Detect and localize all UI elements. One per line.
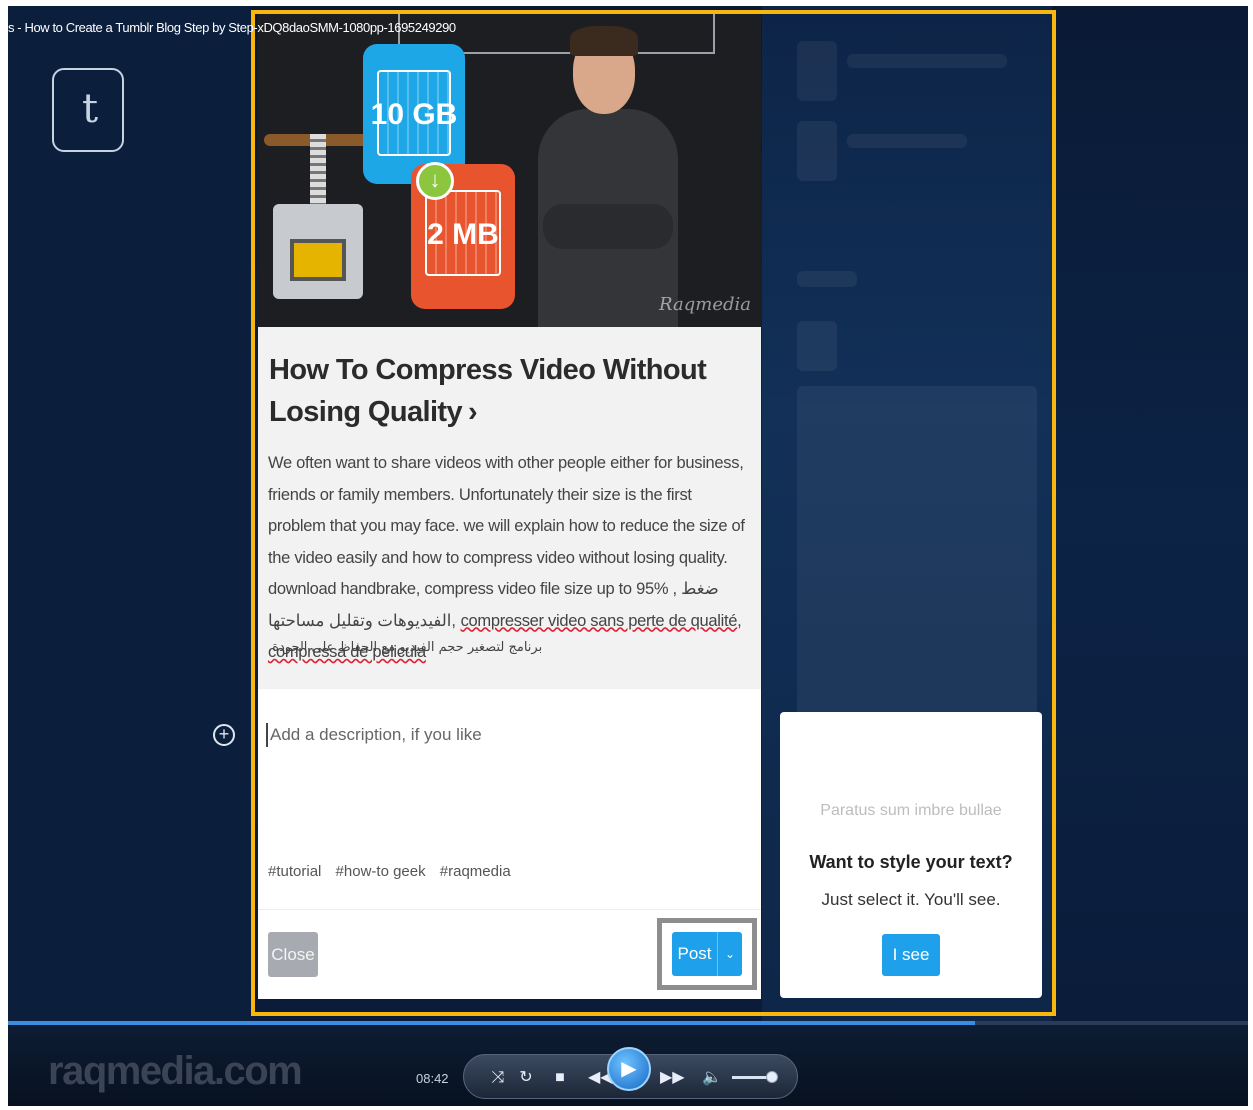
i-see-button[interactable]: I see: [882, 934, 940, 976]
post-body-separator: ,: [737, 611, 742, 630]
volume-knob[interactable]: [765, 1071, 778, 1083]
tag-item[interactable]: #how-to geek: [336, 863, 426, 880]
post-thumbnail[interactable]: 10 GB 2 MB ↓ Raqmedia: [258, 14, 761, 327]
chevron-down-icon[interactable]: ⌄: [718, 932, 742, 976]
post-title-text[interactable]: How To Compress Video Without Losing Qua…: [269, 354, 707, 428]
description-input[interactable]: [266, 723, 746, 747]
post-title[interactable]: How To Compress Video Without Losing Qua…: [269, 349, 739, 433]
current-time: 08:42: [416, 1071, 449, 1086]
volume-icon[interactable]: 🔈: [700, 1055, 724, 1100]
tip-sample-text: Paratus sum imbre bullae: [820, 802, 1002, 819]
post-description: We often want to share videos with other…: [268, 448, 753, 669]
chevron-right-icon: ›: [468, 396, 478, 428]
play-icon[interactable]: ▶: [607, 1047, 651, 1091]
down-arrow-icon: ↓: [416, 162, 454, 200]
post-button[interactable]: Post ⌄: [672, 932, 742, 976]
tip-subtext: Just select it. You'll see.: [821, 890, 1001, 909]
tip-heading: Want to style your text?: [809, 852, 1013, 872]
tile-large-label: 10 GB: [370, 98, 458, 131]
video-file-title: s - How to Create a Tumblr Blog Step by …: [8, 20, 456, 35]
close-button[interactable]: Close: [268, 932, 318, 977]
stop-icon[interactable]: ■: [548, 1055, 572, 1100]
shuffle-icon[interactable]: ⤨: [486, 1055, 510, 1100]
vise-icon: [290, 239, 346, 281]
next-icon[interactable]: ▶▶: [660, 1055, 685, 1100]
tumblr-logo-icon[interactable]: t: [52, 68, 124, 152]
post-body-arabic: برنامج لتصغير حجم الفيديو مع الحفاظ على …: [268, 640, 543, 655]
style-text-tip: Paratus sum imbre bullae Want to style y…: [780, 712, 1042, 998]
post-button-label[interactable]: Post: [672, 932, 718, 976]
post-body-text: We often want to share videos with other…: [268, 454, 745, 630]
tile-small-label: 2 MB: [427, 218, 499, 251]
add-icon[interactable]: +: [213, 724, 235, 746]
tag-item[interactable]: #raqmedia: [440, 863, 511, 880]
thumbnail-watermark: Raqmedia: [659, 294, 751, 315]
link-post-preview: How To Compress Video Without Losing Qua…: [258, 327, 761, 689]
brand-watermark: raqmedia.com: [48, 1049, 303, 1093]
volume-slider[interactable]: [732, 1071, 778, 1083]
divider: [258, 909, 761, 910]
tag-item[interactable]: #tutorial: [268, 863, 321, 880]
post-body-french: compresser video sans perte de qualité: [460, 611, 738, 630]
tags-list[interactable]: #tutorial #how-to geek #raqmedia: [268, 863, 521, 880]
file-size-large-tile: 10 GB: [363, 44, 465, 184]
seek-bar[interactable]: [8, 1021, 1248, 1025]
seek-progress: [8, 1021, 976, 1025]
repeat-icon[interactable]: ↻: [514, 1055, 538, 1100]
left-sidebar-background: [8, 6, 250, 1021]
